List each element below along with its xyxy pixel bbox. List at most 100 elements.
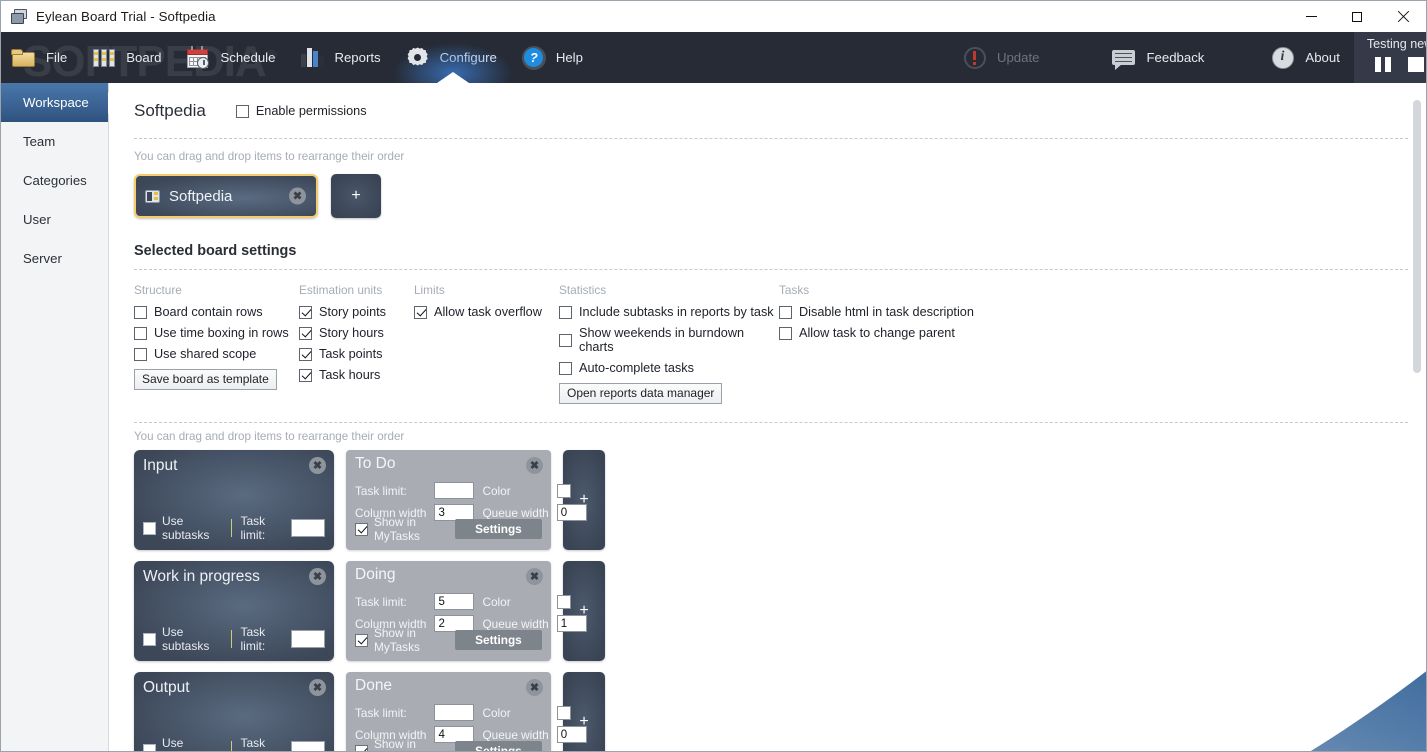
option-allow-task-to-change-parent[interactable]: Allow task to change parent [779,326,1019,340]
board-chip-softpedia[interactable]: Softpedia ✖ [134,174,318,218]
open-reports-data-manager-button[interactable]: Open reports data manager [559,383,723,404]
option-show-in-mytasks[interactable]: Show in MyTasks [355,737,455,751]
add-board-button[interactable]: + [331,174,381,218]
close-icon[interactable]: ✖ [309,457,326,474]
option-task-points[interactable]: Task points [299,347,414,361]
close-icon[interactable]: ✖ [526,679,543,696]
label-task-limit: Task limit: [355,594,407,609]
checkbox-show-in-mytasks[interactable] [355,522,368,536]
close-icon[interactable]: ✖ [309,679,326,696]
checkbox-allow-task-to-change-parent[interactable] [779,326,792,340]
input-queue-width[interactable]: 1 [556,615,587,632]
close-icon[interactable]: ✖ [526,568,543,585]
checkbox-color[interactable] [556,483,571,498]
add-column-button-2[interactable]: + [563,561,605,661]
column-settings-button[interactable]: Settings [454,519,542,539]
option-allow-task-overflow[interactable]: Allow task overflow [414,305,559,319]
checkbox-show-in-mytasks[interactable] [355,633,368,647]
save-board-as-template-button[interactable]: Save board as template [134,369,277,390]
checkbox-story-hours[interactable] [299,326,312,340]
minimize-button[interactable] [1288,1,1334,32]
enable-permissions-checkbox[interactable] [235,104,249,118]
column-card-done[interactable]: Done ✖ Task limit: Color Column width 4 … [346,672,587,751]
checkbox-task-points[interactable] [299,347,312,361]
input-queue-width[interactable]: 0 [556,726,587,743]
close-icon[interactable]: ✖ [309,568,326,585]
sidebar-item-workspace[interactable]: Workspace [1,83,108,122]
option-story-points[interactable]: Story points [299,305,414,319]
sidebar-item-server[interactable]: Server [1,239,108,278]
close-icon[interactable]: ✖ [289,187,306,205]
column-settings-button[interactable]: Settings [454,741,542,751]
ribbon-label-help: Help [555,50,583,65]
ribbon-item-update[interactable]: Update [952,32,1054,83]
checkbox-disable-html-in-task-description[interactable] [779,305,792,319]
input-task-limit[interactable] [434,704,475,721]
sidebar: Workspace Team Categories User Server [1,83,109,751]
column-card-todo[interactable]: To Do ✖ Task limit: Color Column width 3… [346,450,587,550]
checkbox-use-shared-scope[interactable] [134,347,147,361]
label-task-limit: Task limit: [240,736,266,751]
checkbox-auto-complete-tasks[interactable] [559,361,572,375]
close-icon[interactable]: ✖ [526,457,543,474]
checkbox-color[interactable] [556,705,571,720]
sidebar-item-team[interactable]: Team [1,122,108,161]
scrollbar-thumb[interactable] [1413,100,1421,373]
checkbox-use-subtasks[interactable] [143,632,156,646]
checkbox-task-hours[interactable] [299,368,312,382]
ribbon-item-configure[interactable]: Configure [392,32,513,83]
maximize-button[interactable] [1334,1,1380,32]
enable-permissions-row[interactable]: Enable permissions [235,104,367,118]
option-board-contain-rows[interactable]: Board contain rows [134,305,299,319]
option-show-in-mytasks[interactable]: Show in MyTasks [355,626,455,654]
stop-icon[interactable] [1407,57,1424,72]
option-include-subtasks-in-reports[interactable]: Include subtasks in reports by task [559,305,779,319]
checkbox-include-subtasks-in-reports[interactable] [559,305,572,319]
column-card-doing[interactable]: Doing ✖ Task limit: 5 Color Column width… [346,561,587,661]
pause-icon[interactable] [1374,57,1392,72]
row-card-title: Input [143,457,178,474]
input-task-limit[interactable] [434,482,475,499]
option-disable-html-in-task-description[interactable]: Disable html in task description [779,305,1019,319]
sidebar-item-user[interactable]: User [1,200,108,239]
ribbon-item-help[interactable]: ? Help [511,32,597,83]
option-task-hours[interactable]: Task hours [299,368,414,382]
ribbon-item-feedback[interactable]: Feedback [1101,32,1218,83]
ribbon-item-board[interactable]: Board [81,32,175,83]
option-show-in-mytasks[interactable]: Show in MyTasks [355,515,455,543]
ribbon-item-file[interactable]: File [1,32,81,83]
checkbox-story-points[interactable] [299,305,312,319]
add-column-button-1[interactable]: + [563,450,605,550]
checkbox-use-subtasks[interactable] [143,521,156,535]
row-card-output[interactable]: Output ✖ Use subtasks Task limit: [134,672,334,751]
ribbon-item-reports[interactable]: Reports [289,32,394,83]
checkbox-allow-task-overflow[interactable] [414,305,427,319]
checkbox-use-subtasks[interactable] [143,743,156,751]
option-use-time-boxing-in-rows[interactable]: Use time boxing in rows [134,326,299,340]
row-card-work-in-progress[interactable]: Work in progress ✖ Use subtasks Task lim… [134,561,334,661]
option-story-hours[interactable]: Story hours [299,326,414,340]
input-queue-width[interactable]: 0 [556,504,587,521]
settings-group-structure: Structure Board contain rows Use time bo… [134,283,299,404]
row-card-input[interactable]: Input ✖ Use subtasks Task limit: [134,450,334,550]
input-task-limit[interactable] [290,630,325,648]
folder-icon [11,45,37,71]
section-title-board-settings: Selected board settings [134,243,297,259]
option-show-weekends-in-burndown[interactable]: Show weekends in burndown charts [559,326,779,354]
ribbon-item-about[interactable]: i About [1260,32,1353,83]
checkbox-show-in-mytasks[interactable] [355,744,368,751]
checkbox-use-time-boxing-in-rows[interactable] [134,326,147,340]
checkbox-show-weekends-in-burndown[interactable] [559,333,572,347]
input-task-limit[interactable]: 5 [434,593,475,610]
option-use-shared-scope[interactable]: Use shared scope [134,347,299,361]
option-auto-complete-tasks[interactable]: Auto-complete tasks [559,361,779,375]
column-settings-button[interactable]: Settings [454,630,542,650]
close-button[interactable] [1380,1,1426,32]
vertical-scrollbar[interactable] [1413,100,1421,750]
input-task-limit[interactable] [290,519,325,537]
checkbox-color[interactable] [556,594,571,609]
ribbon-item-schedule[interactable]: Schedule [175,32,289,83]
sidebar-item-categories[interactable]: Categories [1,161,108,200]
checkbox-board-contain-rows[interactable] [134,305,147,319]
input-task-limit[interactable] [290,741,325,751]
